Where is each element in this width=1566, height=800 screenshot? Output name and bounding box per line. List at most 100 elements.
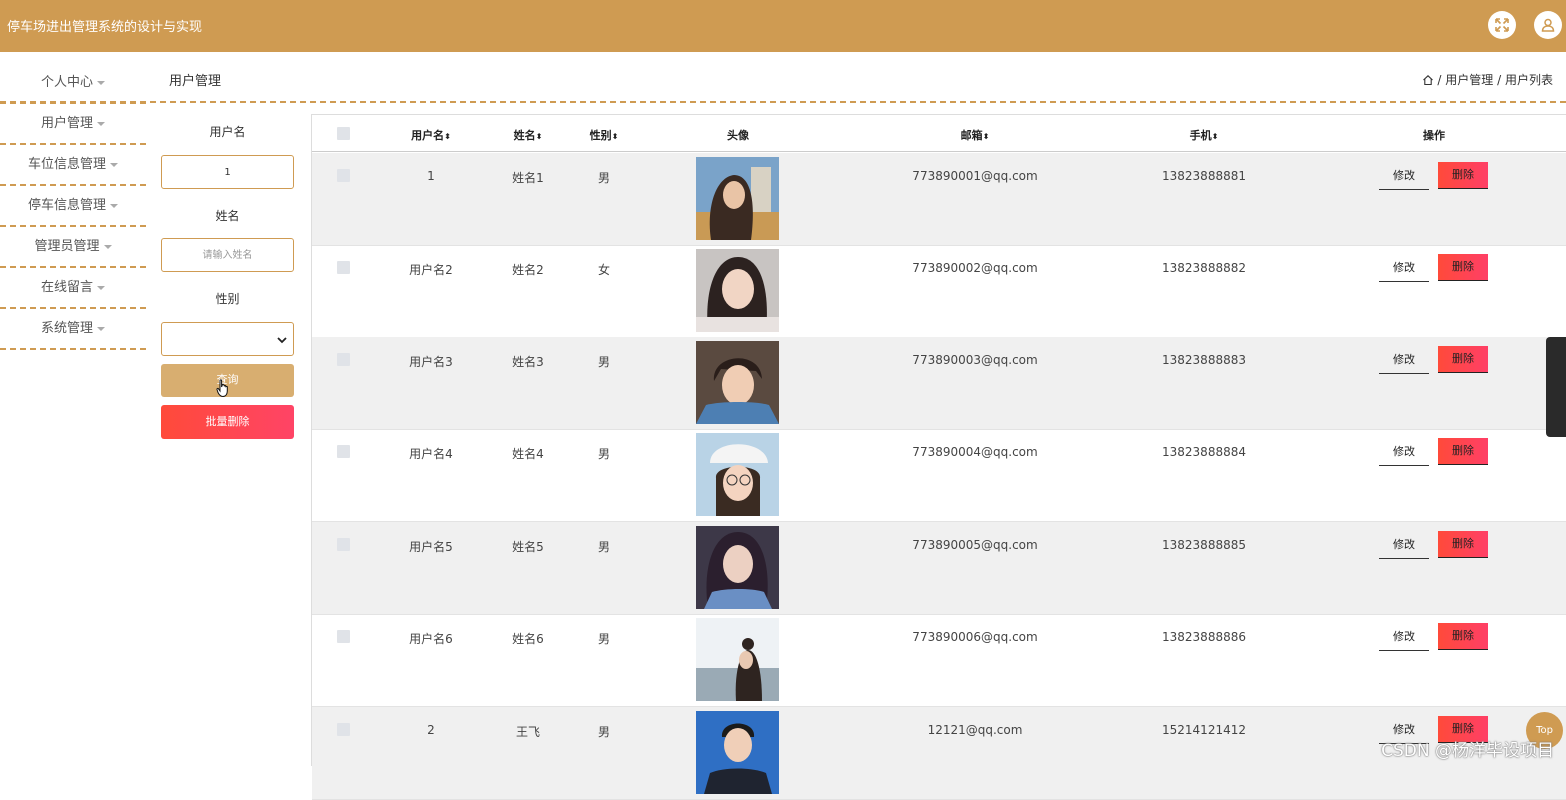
batch-delete-button[interactable]: 批量删除 bbox=[161, 405, 294, 439]
app-title: 停车场进出管理系统的设计与实现 bbox=[7, 20, 203, 35]
sidebar-item-system[interactable]: 系统管理 bbox=[0, 309, 146, 350]
delete-button[interactable]: 删除 bbox=[1438, 254, 1488, 281]
gender-select[interactable] bbox=[161, 322, 294, 356]
cell-gender: 男 bbox=[597, 725, 611, 739]
username-input[interactable] bbox=[161, 155, 294, 189]
user-table: 用户名⬍ 姓名⬍ 性别⬍ 头像 邮箱⬍ 手机⬍ 操作 1 姓名1 男 77389… bbox=[311, 114, 1566, 800]
table-row[interactable]: 用户名6 姓名6 男 773890006@qq.com 13823888886 … bbox=[312, 614, 1566, 707]
sidebar-item-personal-center[interactable]: 个人中心 bbox=[0, 63, 146, 104]
cell-email: 773890001@qq.com bbox=[912, 169, 1038, 183]
cell-username: 用户名6 bbox=[409, 632, 453, 646]
column-header-name[interactable]: 姓名⬍ bbox=[514, 127, 543, 143]
avatar bbox=[696, 157, 779, 240]
delete-button[interactable]: 删除 bbox=[1438, 531, 1488, 558]
sort-icon: ⬍ bbox=[444, 132, 451, 141]
gender-label: 性别 bbox=[215, 292, 240, 306]
cell-username: 用户名3 bbox=[409, 355, 453, 369]
sidebar-item-messages[interactable]: 在线留言 bbox=[0, 268, 146, 309]
cell-phone: 13823888885 bbox=[1162, 538, 1246, 552]
sidebar-item-admin[interactable]: 管理员管理 bbox=[0, 227, 146, 268]
table-row[interactable]: 用户名5 姓名5 男 773890005@qq.com 13823888885 … bbox=[312, 522, 1566, 615]
breadcrumb-item[interactable]: 用户管理 bbox=[1445, 73, 1493, 87]
column-header-gender[interactable]: 性别⬍ bbox=[590, 127, 619, 143]
table-row[interactable]: 用户名4 姓名4 男 773890004@qq.com 13823888884 … bbox=[312, 429, 1566, 522]
home-icon[interactable] bbox=[1422, 74, 1434, 86]
sidebar-item-label: 在线留言 bbox=[40, 280, 93, 295]
fullscreen-button[interactable] bbox=[1488, 11, 1516, 39]
cell-name: 姓名5 bbox=[512, 540, 544, 554]
cell-phone: 13823888881 bbox=[1162, 169, 1246, 183]
edit-button[interactable]: 修改 bbox=[1379, 347, 1429, 374]
cell-email: 773890004@qq.com bbox=[912, 445, 1038, 459]
avatar bbox=[696, 618, 779, 701]
cell-name: 姓名6 bbox=[512, 632, 544, 646]
table-row[interactable]: 2 王飞 男 12121@qq.com 15214121412 修改 删除 bbox=[312, 707, 1566, 800]
edit-button[interactable]: 修改 bbox=[1379, 532, 1429, 559]
sort-icon: ⬍ bbox=[982, 132, 990, 141]
cell-name: 姓名3 bbox=[512, 355, 544, 369]
cell-phone: 13823888883 bbox=[1162, 353, 1246, 367]
cell-username: 用户名4 bbox=[409, 447, 453, 461]
delete-button[interactable]: 删除 bbox=[1438, 438, 1488, 465]
cell-gender: 男 bbox=[597, 632, 611, 646]
avatar bbox=[696, 341, 779, 424]
sidebar-item-parking-space[interactable]: 车位信息管理 bbox=[0, 145, 146, 186]
avatar bbox=[696, 711, 779, 794]
breadcrumb: / 用户管理 / 用户列表 bbox=[1422, 71, 1553, 88]
cell-email: 773890003@qq.com bbox=[912, 353, 1038, 367]
chevron-down-icon bbox=[277, 337, 287, 344]
select-all-checkbox[interactable] bbox=[337, 127, 350, 140]
username-label: 用户名 bbox=[209, 125, 246, 139]
caret-down-icon bbox=[110, 162, 118, 167]
delete-button[interactable]: 删除 bbox=[1438, 162, 1488, 189]
cell-gender: 男 bbox=[597, 447, 611, 461]
table-row[interactable]: 用户名2 姓名2 女 773890002@qq.com 13823888882 … bbox=[312, 245, 1566, 338]
avatar bbox=[696, 249, 779, 332]
cell-gender: 女 bbox=[597, 263, 611, 277]
table-header: 用户名⬍ 姓名⬍ 性别⬍ 头像 邮箱⬍ 手机⬍ 操作 bbox=[312, 114, 1566, 152]
caret-down-icon bbox=[97, 121, 105, 126]
cell-email: 12121@qq.com bbox=[927, 723, 1023, 737]
row-checkbox[interactable] bbox=[337, 353, 350, 366]
caret-down-icon bbox=[97, 80, 105, 85]
name-input[interactable] bbox=[161, 238, 294, 272]
divider bbox=[0, 101, 1566, 103]
column-header-email[interactable]: 邮箱⬍ bbox=[961, 127, 990, 143]
hand-cursor-icon bbox=[216, 379, 228, 398]
cell-gender: 男 bbox=[597, 355, 611, 369]
delete-button[interactable]: 删除 bbox=[1438, 623, 1488, 650]
edit-button[interactable]: 修改 bbox=[1379, 255, 1429, 282]
user-profile-button[interactable] bbox=[1534, 11, 1562, 39]
side-panel-handle[interactable] bbox=[1546, 337, 1566, 437]
edit-button[interactable]: 修改 bbox=[1379, 163, 1429, 190]
cell-email: 773890005@qq.com bbox=[912, 538, 1038, 552]
cell-phone: 13823888886 bbox=[1162, 630, 1246, 644]
row-checkbox[interactable] bbox=[337, 445, 350, 458]
row-checkbox[interactable] bbox=[337, 261, 350, 274]
cell-email: 773890006@qq.com bbox=[912, 630, 1038, 644]
table-row[interactable]: 用户名3 姓名3 男 773890003@qq.com 13823888883 … bbox=[312, 337, 1566, 430]
edit-button[interactable]: 修改 bbox=[1379, 624, 1429, 651]
sidebar-item-label: 个人中心 bbox=[40, 75, 93, 90]
breadcrumb-separator: / bbox=[1497, 73, 1502, 87]
row-checkbox[interactable] bbox=[337, 169, 350, 182]
table-row[interactable]: 1 姓名1 男 773890001@qq.com 13823888881 修改 … bbox=[312, 153, 1566, 246]
cell-gender: 男 bbox=[597, 171, 611, 185]
cell-username: 1 bbox=[427, 169, 435, 183]
sidebar-item-user-management[interactable]: 用户管理 bbox=[0, 104, 146, 145]
column-header-username[interactable]: 用户名⬍ bbox=[411, 127, 451, 143]
row-checkbox[interactable] bbox=[337, 538, 350, 551]
row-checkbox[interactable] bbox=[337, 723, 350, 736]
cell-phone: 13823888884 bbox=[1162, 445, 1246, 459]
sidebar-item-label: 用户管理 bbox=[40, 116, 93, 131]
sort-icon: ⬍ bbox=[1211, 132, 1219, 141]
delete-button[interactable]: 删除 bbox=[1438, 346, 1488, 373]
cell-gender: 男 bbox=[597, 540, 611, 554]
cell-phone: 13823888882 bbox=[1162, 261, 1246, 275]
fullscreen-icon bbox=[1495, 18, 1509, 32]
column-header-phone[interactable]: 手机⬍ bbox=[1190, 127, 1219, 143]
breadcrumb-separator: / bbox=[1437, 73, 1442, 87]
edit-button[interactable]: 修改 bbox=[1379, 439, 1429, 466]
row-checkbox[interactable] bbox=[337, 630, 350, 643]
sidebar-item-parking-info[interactable]: 停车信息管理 bbox=[0, 186, 146, 227]
